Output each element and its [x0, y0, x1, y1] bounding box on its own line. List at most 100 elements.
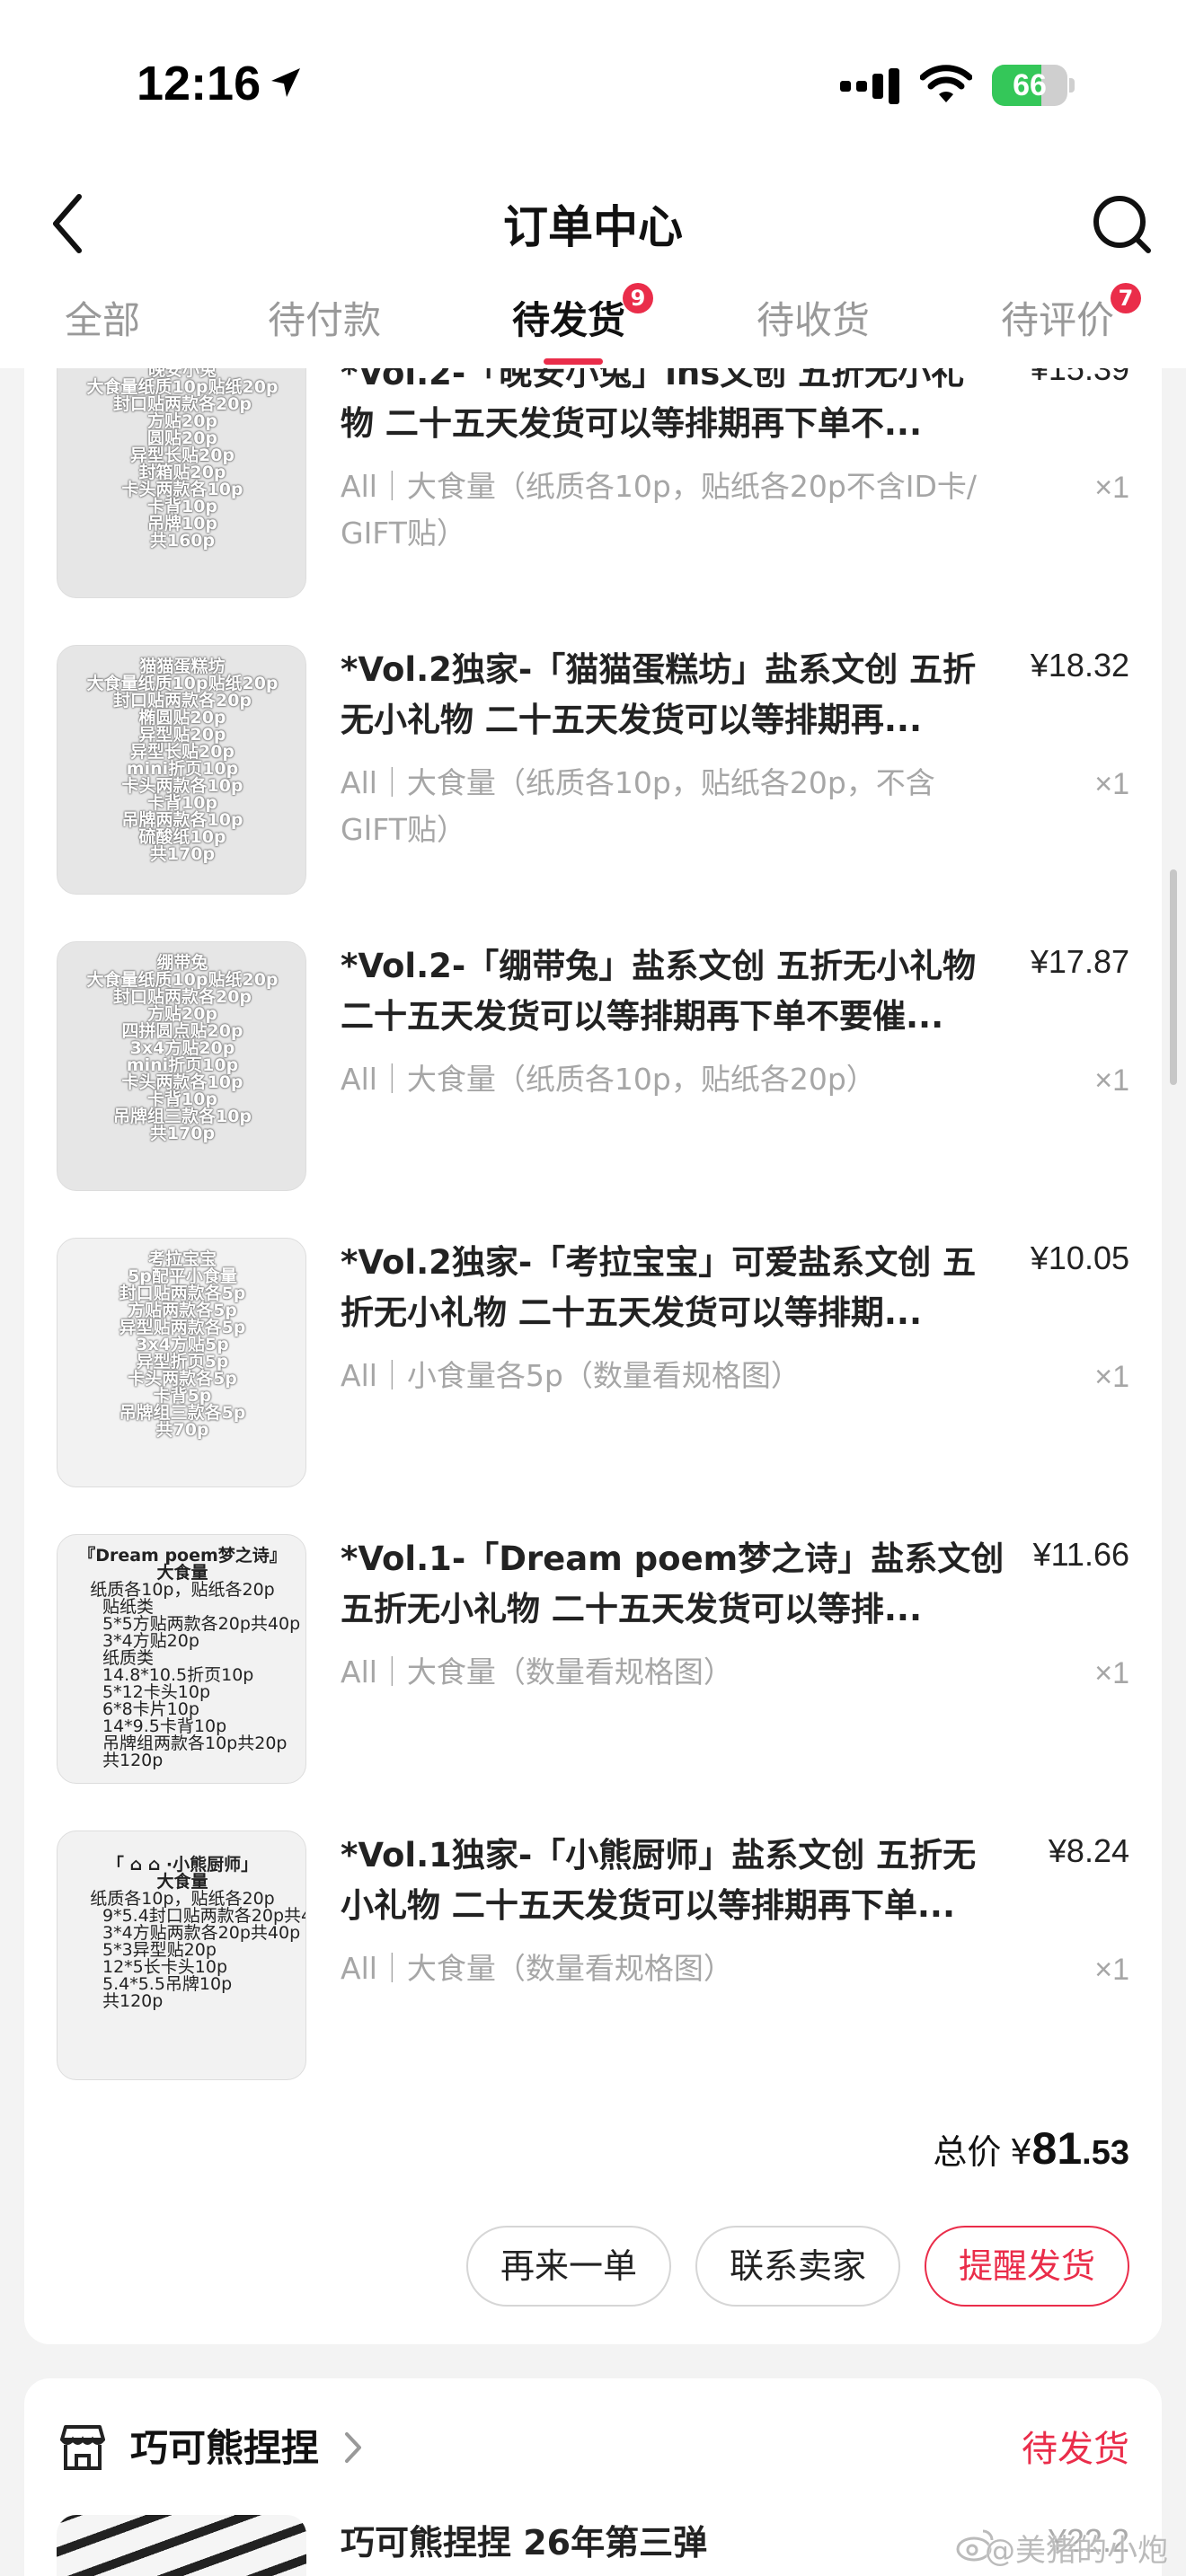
product-title-line: *Vol.1独家-「小熊厨师」盐系文创 五折无: [341, 1836, 977, 1875]
chevron-right-icon[interactable]: [343, 2430, 365, 2465]
scrollbar[interactable]: [1170, 869, 1177, 1085]
thumb-line: 共120p: [102, 1751, 164, 1770]
thumb-line: 共160p: [149, 531, 216, 551]
order-card: 晚安小兔 大食量纸质10p贴纸20p 封口贴两款各20p 方贴20p 圆贴20p…: [24, 368, 1162, 2344]
thumb-line: 5.4*5.5吊牌10p: [102, 1974, 233, 1994]
product-price: ¥18.32: [1030, 647, 1129, 684]
thumbnail-spec-text: 绷带兔 大食量纸质10p贴纸20p 封口贴两款各20p 方贴20p 四拼圆点贴2…: [58, 955, 305, 1143]
battery-cap: [1069, 78, 1075, 93]
thumb-line: 纸质各10p，贴纸各20p: [90, 1580, 275, 1600]
product-title[interactable]: *Vol.2-「绷带兔」盐系文创 五折无小礼物 二十五天发货可以等排期再下单不要…: [341, 941, 1010, 1042]
product-thumbnail[interactable]: 『Dream poem梦之诗』 大食量 纸质各10p，贴纸各20p 贴纸类 5*…: [57, 1534, 306, 1784]
product-thumbnail[interactable]: 「 ⌂ ⌂ ·小熊厨师」 大食量 纸质各10p，贴纸各20p 9*5.4封口贴两…: [57, 1831, 306, 2080]
product-price: ¥15.39: [1030, 368, 1129, 387]
product-spec: All｜小食量各5p（数量看规格图）: [341, 1353, 1023, 1399]
active-tab-indicator: [544, 358, 603, 365]
product-spec-line: GIFT贴）: [341, 516, 466, 551]
product-title-line: 无小礼物 二十五天发货可以等排期再...: [341, 701, 923, 739]
thumb-line: 共120p: [102, 1991, 164, 2011]
product-quantity: ×1: [1094, 1953, 1129, 1987]
product-title[interactable]: *Vol.2独家-「考拉宝宝」可爱盐系文创 五 折无小礼物 二十五天发货可以等排…: [341, 1238, 1010, 1338]
remind-shipment-button[interactable]: 提醒发货: [925, 2226, 1129, 2307]
battery-indicator: 66: [992, 65, 1075, 106]
product-spec: All｜大食量（纸质各10p，贴纸各20p不含ID卡/ GIFT贴）: [341, 463, 1023, 557]
product-quantity: ×1: [1094, 1360, 1129, 1394]
product-spec-line: All｜大食量（数量看规格图）: [341, 1951, 733, 1986]
thumbnail-spec-text: 考拉宝宝 5p配平小食量 封口贴两款各5p 方贴两款各5p 异型贴两款各5p 3…: [58, 1251, 305, 1440]
product-price: ¥17.87: [1030, 943, 1129, 980]
location-arrow-icon: [271, 68, 300, 97]
tab-pending-payment[interactable]: 待付款: [268, 290, 381, 345]
product-thumbnail[interactable]: 绷带兔 大食量纸质10p贴纸20p 封口贴两款各20p 方贴20p 四拼圆点贴2…: [57, 941, 306, 1191]
tab-pending-receipt[interactable]: 待收货: [757, 290, 870, 345]
order-item[interactable]: 晚安小兔 大食量纸质10p贴纸20p 封口贴两款各20p 方贴20p 圆贴20p…: [24, 368, 1162, 598]
product-spec: All｜大食量（数量看规格图）: [341, 1649, 1023, 1696]
thumb-line: 共170p: [149, 844, 216, 864]
thumb-line: 共70p: [155, 1420, 209, 1440]
thumbnail-spec-text: 晚安小兔 大食量纸质10p贴纸20p 封口贴两款各20p 方贴20p 圆贴20p…: [58, 368, 305, 551]
thumb-line: 共170p: [149, 1124, 216, 1143]
navigation-bar: 订单中心: [0, 166, 1186, 283]
thumbnail-spec-text: 『Dream poem梦之诗』 大食量 纸质各10p，贴纸各20p 贴纸类 5*…: [58, 1548, 305, 1770]
total-label: 总价: [933, 2132, 1002, 2172]
product-title[interactable]: *Vol.1独家-「小熊厨师」盐系文创 五折无 小礼物 二十五天发货可以等排期再…: [341, 1831, 1010, 1931]
product-price: ¥8.24: [1048, 1832, 1129, 1869]
total-currency: ¥: [1010, 2132, 1032, 2172]
tab-all[interactable]: 全部: [65, 290, 140, 345]
wifi-icon: [920, 65, 972, 102]
product-spec-line: All｜小食量各5p（数量看规格图）: [341, 1358, 801, 1393]
product-thumbnail[interactable]: 猫猫蛋糕坊 大食量纸质10p贴纸20p 封口贴两款各20p 椭圆贴20p 异型贴…: [57, 645, 306, 895]
watermark: @美猪的小炮: [985, 2533, 1168, 2569]
thumb-line: 3*4方贴20p: [102, 1631, 199, 1651]
order-total: 总价 ¥81.53: [933, 2122, 1129, 2175]
battery-level: 66: [1013, 68, 1047, 102]
product-thumbnail[interactable]: 晚安小兔 大食量纸质10p贴纸20p 封口贴两款各20p 方贴20p 圆贴20p…: [57, 368, 306, 598]
contact-seller-button[interactable]: 联系卖家: [695, 2226, 900, 2307]
product-title-line: *Vol.2独家-「考拉宝宝」可爱盐系文创 五: [341, 1243, 977, 1282]
product-title-line: *Vol.2-「晚安小兔」ins文创 五折无小礼: [341, 368, 965, 393]
product-spec-line: GIFT贴）: [341, 812, 466, 847]
product-quantity: ×1: [1094, 1656, 1129, 1690]
product-title[interactable]: *Vol.2独家-「猫猫蛋糕坊」盐系文创 五折 无小礼物 二十五天发货可以等排期…: [341, 645, 1010, 745]
product-title[interactable]: 巧可熊捏捏 26年第三弹: [341, 2515, 707, 2564]
thumb-line: 吊牌组两款各10p共20p: [102, 1734, 288, 1753]
thumbnail-spec-text: 「 ⌂ ⌂ ·小熊厨师」 大食量 纸质各10p，贴纸各20p 9*5.4封口贴两…: [58, 1857, 305, 2011]
product-title-line: *Vol.2独家-「猫猫蛋糕坊」盐系文创 五折: [341, 650, 977, 689]
search-icon[interactable]: [1091, 193, 1154, 256]
order-item[interactable]: 考拉宝宝 5p配平小食量 封口贴两款各5p 方贴两款各5p 异型贴两款各5p 3…: [24, 1238, 1162, 1487]
tab-pending-shipment[interactable]: 待发货: [512, 290, 625, 345]
order-item[interactable]: 「 ⌂ ⌂ ·小熊厨师」 大食量 纸质各10p，贴纸各20p 9*5.4封口贴两…: [24, 1831, 1162, 2080]
product-spec-line: All｜大食量（纸质各10p，贴纸各20p不含ID卡/: [341, 469, 978, 504]
order-item[interactable]: 绷带兔 大食量纸质10p贴纸20p 封口贴两款各20p 方贴20p 四拼圆点贴2…: [24, 941, 1162, 1191]
product-price: ¥11.66: [1032, 1536, 1129, 1573]
product-quantity: ×1: [1094, 767, 1129, 801]
thumbnail-spec-text: 猫猫蛋糕坊 大食量纸质10p贴纸20p 封口贴两款各20p 椭圆贴20p 异型贴…: [58, 658, 305, 864]
product-spec: All｜大食量（纸质各10p，贴纸各20p）: [341, 1056, 1023, 1103]
product-title[interactable]: *Vol.1-「Dream poem梦之诗」盐系文创 五折无小礼物 二十五天发货…: [341, 1534, 1010, 1635]
order-item[interactable]: 『Dream poem梦之诗』 大食量 纸质各10p，贴纸各20p 贴纸类 5*…: [24, 1534, 1162, 1784]
order-status-label: 待发货: [1022, 2429, 1129, 2470]
product-thumbnail[interactable]: [57, 2515, 306, 2576]
tab-pending-review[interactable]: 待评价: [1001, 290, 1114, 345]
product-title-line: *Vol.2-「绷带兔」盐系文创 五折无小礼物: [341, 947, 977, 985]
pending-review-badge: 7: [1111, 283, 1141, 313]
product-title-line: 折无小礼物 二十五天发货可以等排期...: [341, 1293, 923, 1332]
shop-name[interactable]: 巧可熊捏捏: [130, 2418, 319, 2473]
product-spec: All｜大食量（数量看规格图）: [341, 1945, 1023, 1992]
product-quantity: ×1: [1094, 1063, 1129, 1098]
product-spec: All｜大食量（纸质各10p，贴纸各20p，不含 GIFT贴）: [341, 760, 1023, 853]
product-title-line: 五折无小礼物 二十五天发货可以等排...: [341, 1590, 923, 1628]
cellular-signal-icon: [840, 68, 899, 104]
product-spec-line: All｜大食量（纸质各10p，贴纸各20p，不含: [341, 765, 935, 800]
product-price: ¥10.05: [1030, 1239, 1129, 1276]
status-bar: 12:16 66: [0, 0, 1186, 166]
page-title: 订单中心: [503, 201, 683, 253]
status-time: 12:16: [137, 57, 261, 110]
product-title[interactable]: *Vol.2-「晚安小兔」ins文创 五折无小礼 物 二十五天发货可以等排期再下…: [341, 368, 1010, 449]
order-item[interactable]: 猫猫蛋糕坊 大食量纸质10p贴纸20p 封口贴两款各20p 椭圆贴20p 异型贴…: [24, 645, 1162, 895]
total-decimal: .53: [1082, 2134, 1129, 2172]
pending-shipment-badge: 9: [623, 283, 653, 313]
product-title-line: 物 二十五天发货可以等排期再下单不...: [341, 404, 923, 443]
product-thumbnail[interactable]: 考拉宝宝 5p配平小食量 封口贴两款各5p 方贴两款各5p 异型贴两款各5p 3…: [57, 1238, 306, 1487]
reorder-button[interactable]: 再来一单: [466, 2226, 671, 2307]
